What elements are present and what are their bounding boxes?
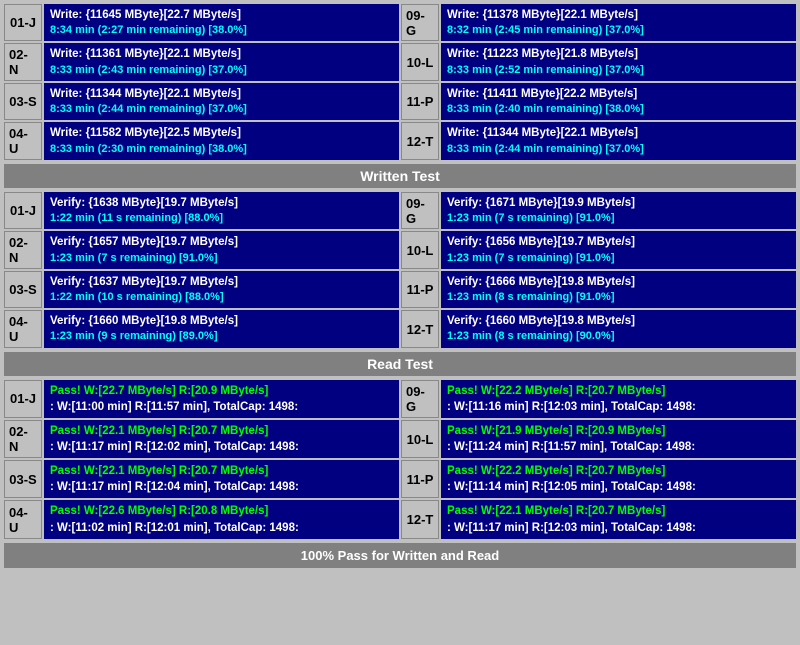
drive-label-right: 12-T xyxy=(401,310,439,347)
drive-cell-right: Write: {11378 MByte}[22.1 MByte/s]8:32 m… xyxy=(441,4,796,41)
drive-label-left: 04-U xyxy=(4,500,42,538)
drive-cell-right: Write: {11344 MByte}[22.1 MByte/s]8:33 m… xyxy=(441,122,796,159)
read-test-title: Read Test xyxy=(4,352,796,376)
drive-label-left: 04-U xyxy=(4,122,42,159)
drive-label-left: 02-N xyxy=(4,420,42,458)
table-row: 03-SPass! W:[22.1 MByte/s] R:[20.7 MByte… xyxy=(4,460,796,498)
pass-cell-left: Pass! W:[22.1 MByte/s] R:[20.7 MByte/s]:… xyxy=(44,420,399,458)
pass-cell-right: Pass! W:[22.1 MByte/s] R:[20.7 MByte/s]:… xyxy=(441,500,796,538)
drive-label-left: 03-S xyxy=(4,83,42,120)
drive-label-left: 01-J xyxy=(4,192,42,229)
drive-label-left: 01-J xyxy=(4,380,42,418)
pass-cell-right: Pass! W:[22.2 MByte/s] R:[20.7 MByte/s]:… xyxy=(441,380,796,418)
write-rows: 01-JWrite: {11645 MByte}[22.7 MByte/s]8:… xyxy=(4,4,796,160)
table-row: 02-NPass! W:[22.1 MByte/s] R:[20.7 MByte… xyxy=(4,420,796,458)
drive-cell-left: Verify: {1660 MByte}[19.8 MByte/s]1:23 m… xyxy=(44,310,399,347)
pass-cell-left: Pass! W:[22.6 MByte/s] R:[20.8 MByte/s]:… xyxy=(44,500,399,538)
drive-label-right: 10-L xyxy=(401,420,439,458)
table-row: 02-NWrite: {11361 MByte}[22.1 MByte/s]8:… xyxy=(4,43,796,80)
pass-cell-left: Pass! W:[22.7 MByte/s] R:[20.9 MByte/s]:… xyxy=(44,380,399,418)
drive-cell-left: Verify: {1657 MByte}[19.7 MByte/s]1:23 m… xyxy=(44,231,399,268)
pass-cell-right: Pass! W:[21.9 MByte/s] R:[20.9 MByte/s]:… xyxy=(441,420,796,458)
drive-cell-right: Verify: {1656 MByte}[19.7 MByte/s]1:23 m… xyxy=(441,231,796,268)
drive-cell-left: Write: {11645 MByte}[22.7 MByte/s]8:34 m… xyxy=(44,4,399,41)
table-row: 01-JVerify: {1638 MByte}[19.7 MByte/s]1:… xyxy=(4,192,796,229)
drive-label-right: 11-P xyxy=(401,460,439,498)
pass-rows: 01-JPass! W:[22.7 MByte/s] R:[20.9 MByte… xyxy=(4,380,796,539)
drive-label-left: 02-N xyxy=(4,231,42,268)
drive-cell-right: Write: {11223 MByte}[21.8 MByte/s]8:33 m… xyxy=(441,43,796,80)
drive-label-right: 12-T xyxy=(401,500,439,538)
pass-cell-right: Pass! W:[22.2 MByte/s] R:[20.7 MByte/s]:… xyxy=(441,460,796,498)
drive-cell-left: Write: {11361 MByte}[22.1 MByte/s]8:33 m… xyxy=(44,43,399,80)
pass-cell-left: Pass! W:[22.1 MByte/s] R:[20.7 MByte/s]:… xyxy=(44,460,399,498)
drive-label-left: 03-S xyxy=(4,271,42,308)
table-row: 04-UPass! W:[22.6 MByte/s] R:[20.8 MByte… xyxy=(4,500,796,538)
drive-label-left: 03-S xyxy=(4,460,42,498)
drive-label-right: 09-G xyxy=(401,4,439,41)
drive-cell-right: Verify: {1660 MByte}[19.8 MByte/s]1:23 m… xyxy=(441,310,796,347)
drive-cell-left: Write: {11344 MByte}[22.1 MByte/s]8:33 m… xyxy=(44,83,399,120)
drive-label-right: 11-P xyxy=(401,83,439,120)
drive-label-right: 12-T xyxy=(401,122,439,159)
table-row: 04-UVerify: {1660 MByte}[19.8 MByte/s]1:… xyxy=(4,310,796,347)
drive-label-right: 09-G xyxy=(401,192,439,229)
written-test-title: Written Test xyxy=(4,164,796,188)
drive-label-left: 01-J xyxy=(4,4,42,41)
drive-label-right: 10-L xyxy=(401,43,439,80)
drive-label-left: 04-U xyxy=(4,310,42,347)
drive-cell-right: Write: {11411 MByte}[22.2 MByte/s]8:33 m… xyxy=(441,83,796,120)
drive-cell-left: Verify: {1637 MByte}[19.7 MByte/s]1:22 m… xyxy=(44,271,399,308)
drive-label-right: 10-L xyxy=(401,231,439,268)
write-section: 01-JWrite: {11645 MByte}[22.7 MByte/s]8:… xyxy=(4,4,796,188)
verify-section: 01-JVerify: {1638 MByte}[19.7 MByte/s]1:… xyxy=(4,192,796,376)
table-row: 04-UWrite: {11582 MByte}[22.5 MByte/s]8:… xyxy=(4,122,796,159)
drive-cell-left: Verify: {1638 MByte}[19.7 MByte/s]1:22 m… xyxy=(44,192,399,229)
drive-cell-left: Write: {11582 MByte}[22.5 MByte/s]8:33 m… xyxy=(44,122,399,159)
drive-cell-right: Verify: {1671 MByte}[19.9 MByte/s]1:23 m… xyxy=(441,192,796,229)
table-row: 02-NVerify: {1657 MByte}[19.7 MByte/s]1:… xyxy=(4,231,796,268)
drive-label-right: 09-G xyxy=(401,380,439,418)
table-row: 01-JWrite: {11645 MByte}[22.7 MByte/s]8:… xyxy=(4,4,796,41)
footer-status: 100% Pass for Written and Read xyxy=(4,543,796,568)
drive-label-right: 11-P xyxy=(401,271,439,308)
table-row: 03-SVerify: {1637 MByte}[19.7 MByte/s]1:… xyxy=(4,271,796,308)
main-container: 01-JWrite: {11645 MByte}[22.7 MByte/s]8:… xyxy=(0,0,800,574)
pass-section: 01-JPass! W:[22.7 MByte/s] R:[20.9 MByte… xyxy=(4,380,796,568)
table-row: 03-SWrite: {11344 MByte}[22.1 MByte/s]8:… xyxy=(4,83,796,120)
drive-label-left: 02-N xyxy=(4,43,42,80)
verify-rows: 01-JVerify: {1638 MByte}[19.7 MByte/s]1:… xyxy=(4,192,796,348)
drive-cell-right: Verify: {1666 MByte}[19.8 MByte/s]1:23 m… xyxy=(441,271,796,308)
table-row: 01-JPass! W:[22.7 MByte/s] R:[20.9 MByte… xyxy=(4,380,796,418)
